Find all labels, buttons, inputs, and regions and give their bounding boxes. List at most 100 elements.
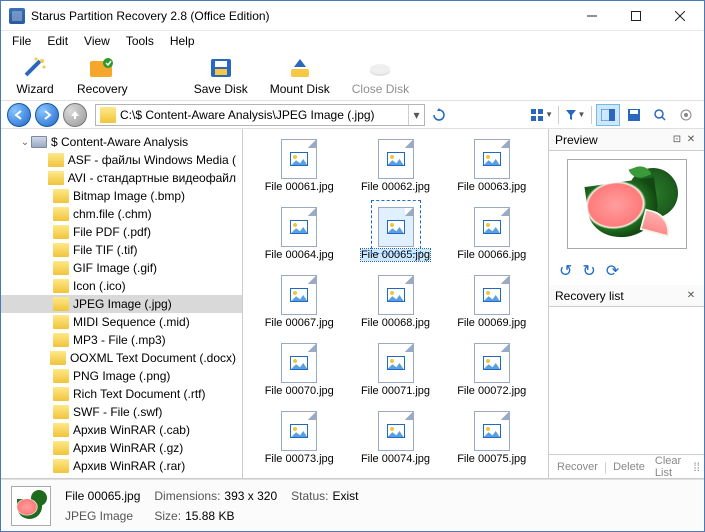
address-bar[interactable]: ▾ <box>95 104 425 126</box>
file-item[interactable]: File 00070.jpg <box>259 341 339 399</box>
preview-toggle-button[interactable] <box>596 104 620 126</box>
preview-close-icon[interactable]: ✕ <box>684 133 698 147</box>
tree-item[interactable]: MIDI Sequence (.mid) <box>1 313 242 331</box>
status-status-label: Status: <box>291 489 328 503</box>
file-item[interactable]: File 00071.jpg <box>356 341 436 399</box>
address-dropdown[interactable]: ▾ <box>408 105 424 125</box>
options-small-button[interactable] <box>674 104 698 126</box>
file-item[interactable]: File 00062.jpg <box>356 137 436 195</box>
status-size-value: 15.88 KB <box>185 509 234 523</box>
tree-root-label: $ Content-Aware Analysis <box>51 135 188 149</box>
file-item[interactable]: File 00072.jpg <box>452 341 532 399</box>
tree-item-label: OOXML Text Document (.docx) <box>70 351 236 365</box>
tree-item[interactable]: SWF - File (.swf) <box>1 403 242 421</box>
delete-button[interactable]: Delete <box>609 461 649 473</box>
rotate-right-icon[interactable]: ↻ <box>582 261 595 281</box>
tree-root[interactable]: ⌄ $ Content-Aware Analysis <box>1 133 242 151</box>
menu-edit[interactable]: Edit <box>40 32 75 50</box>
preview-header: Preview ⊡ ✕ <box>549 129 704 151</box>
file-item[interactable]: File 00064.jpg <box>259 205 339 263</box>
tree-item[interactable]: GIF Image (.gif) <box>1 259 242 277</box>
file-item[interactable]: File 00068.jpg <box>356 273 436 331</box>
rotate-left-icon[interactable]: ↺ <box>559 261 572 281</box>
file-item[interactable]: File 00061.jpg <box>259 137 339 195</box>
recovery-list-title: Recovery list <box>555 289 684 303</box>
folder-tree[interactable]: ⌄ $ Content-Aware Analysis ASF - файлы W… <box>1 129 243 478</box>
menu-tools[interactable]: Tools <box>119 32 161 50</box>
file-label: File 00063.jpg <box>457 181 526 193</box>
collapse-icon[interactable]: ⌄ <box>19 137 31 148</box>
recovery-list-body[interactable] <box>549 307 704 454</box>
list-options-icon[interactable]: ⁞⁞ <box>693 460 700 474</box>
nav-up-button[interactable] <box>63 103 87 127</box>
tree-item[interactable]: File TIF (.tif) <box>1 241 242 259</box>
right-panel: Preview ⊡ ✕ ↺ ↻ ⟳ Recovery list ✕ Recove… <box>548 129 704 478</box>
refresh-button[interactable] <box>429 104 449 126</box>
recovery-list-close-icon[interactable]: ✕ <box>684 289 698 303</box>
file-label: File 00061.jpg <box>265 181 334 193</box>
file-item[interactable]: File 00069.jpg <box>452 273 532 331</box>
tree-item[interactable]: Архив WinRAR (.cab) <box>1 421 242 439</box>
tree-item[interactable]: PNG Image (.png) <box>1 367 242 385</box>
address-input[interactable] <box>120 108 408 122</box>
nav-forward-button[interactable] <box>35 103 59 127</box>
file-label: File 00072.jpg <box>457 385 526 397</box>
tree-item[interactable]: File PDF (.pdf) <box>1 223 242 241</box>
tree-item[interactable]: AVI - стандартные видеофайл <box>1 169 242 187</box>
tree-item[interactable]: MP3 - File (.mp3) <box>1 331 242 349</box>
filter-button[interactable]: ▼ <box>563 104 587 126</box>
tree-item[interactable]: JPEG Image (.jpg) <box>1 295 242 313</box>
save-disk-button[interactable]: Save Disk <box>190 54 252 98</box>
pin-icon[interactable]: ⊡ <box>670 133 684 147</box>
tree-item[interactable]: Bitmap Image (.bmp) <box>1 187 242 205</box>
close-button[interactable] <box>658 2 702 30</box>
file-thumb <box>378 139 414 179</box>
recovery-list-header: Recovery list ✕ <box>549 285 704 307</box>
tree-item[interactable]: Rich Text Document (.rtf) <box>1 385 242 403</box>
file-thumb <box>281 139 317 179</box>
menu-bar: File Edit View Tools Help <box>1 31 704 51</box>
tree-item-label: File TIF (.tif) <box>73 243 137 257</box>
tree-item-label: Архив WinRAR (.cab) <box>73 423 190 437</box>
file-item[interactable]: File 00065.jpg <box>356 205 436 263</box>
file-list[interactable]: File 00061.jpg File 00062.jpg File 00063.j… <box>243 129 548 478</box>
mount-disk-button[interactable]: Mount Disk <box>266 54 334 98</box>
minimize-button[interactable] <box>570 2 614 30</box>
title-bar: Starus Partition Recovery 2.8 (Office Ed… <box>1 1 704 31</box>
file-label: File 00067.jpg <box>265 317 334 329</box>
tree-item[interactable]: Архив WinRAR (.rar) <box>1 457 242 475</box>
rotate-refresh-icon[interactable]: ⟳ <box>606 261 619 281</box>
tree-item[interactable]: chm.file (.chm) <box>1 205 242 223</box>
menu-file[interactable]: File <box>5 32 38 50</box>
file-item[interactable]: File 00063.jpg <box>452 137 532 195</box>
tree-item[interactable]: Icon (.ico) <box>1 277 242 295</box>
tree-item[interactable]: ASF - файлы Windows Media ( <box>1 151 242 169</box>
file-item[interactable]: File 00074.jpg <box>356 409 436 467</box>
file-label: File 00064.jpg <box>265 249 334 261</box>
file-item[interactable]: File 00066.jpg <box>452 205 532 263</box>
save-disk-label: Save Disk <box>194 82 248 96</box>
file-item[interactable]: File 00075.jpg <box>452 409 532 467</box>
view-mode-button[interactable]: ▼ <box>530 104 554 126</box>
mount-disk-label: Mount Disk <box>270 82 330 96</box>
tree-item[interactable]: OOXML Text Document (.docx) <box>1 349 242 367</box>
search-small-button[interactable] <box>648 104 672 126</box>
wand-icon <box>21 56 49 80</box>
file-thumb <box>281 207 317 247</box>
file-item[interactable]: File 00067.jpg <box>259 273 339 331</box>
window-title: Starus Partition Recovery 2.8 (Office Ed… <box>31 9 570 23</box>
clear-list-button[interactable]: Clear List <box>651 455 691 479</box>
tree-item-label: Icon (.ico) <box>73 279 126 293</box>
file-item[interactable]: File 00073.jpg <box>259 409 339 467</box>
menu-help[interactable]: Help <box>163 32 202 50</box>
tree-item[interactable]: Архив WinRAR (.gz) <box>1 439 242 457</box>
save-small-button[interactable] <box>622 104 646 126</box>
main-toolbar: Wizard Recovery Save Disk Mount Disk Clo… <box>1 51 704 101</box>
recover-button[interactable]: Recover <box>553 461 602 473</box>
maximize-button[interactable] <box>614 2 658 30</box>
wizard-button[interactable]: Wizard <box>11 54 59 98</box>
recovery-button[interactable]: Recovery <box>73 54 132 98</box>
file-thumb <box>474 343 510 383</box>
menu-view[interactable]: View <box>77 32 117 50</box>
nav-back-button[interactable] <box>7 103 31 127</box>
